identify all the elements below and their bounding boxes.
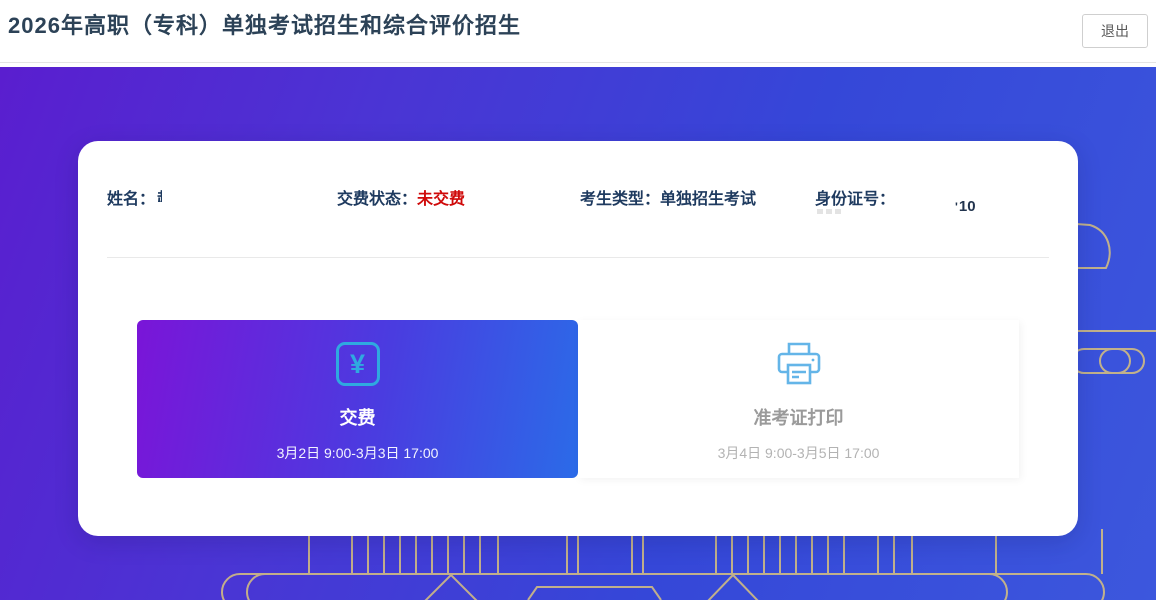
action-tiles: ¥ 交费 3月2日 9:00-3月3日 17:00 准考证打印 — [137, 320, 1019, 478]
banner-background: 姓名： 赵 交费状态： 未交费 考生类型： 单独招生考试 身份证号： 10 — [0, 67, 1156, 600]
payment-status-label: 交费状态： — [337, 185, 417, 209]
printer-icon — [774, 341, 824, 387]
pay-tile-title: 交费 — [340, 404, 376, 430]
page-title: 2026年高职（专科）单独考试招生和综合评价招生 — [8, 8, 521, 40]
payment-status-value: 未交费 — [417, 185, 465, 209]
name-label: 姓名： — [107, 185, 155, 209]
print-tile-time-range: 3月4日 9:00-3月5日 17:00 — [718, 443, 880, 463]
print-tile-title: 准考证打印 — [754, 404, 844, 430]
id-number-field: 身份证号： 10 — [815, 185, 1049, 209]
candidate-type-field: 考生类型： 单独招生考试 — [580, 185, 815, 209]
page-header: 2026年高职（专科）单独考试招生和综合评价招生 退出 — [0, 0, 1156, 63]
payment-status-field: 交费状态： 未交费 — [337, 185, 580, 209]
logout-button[interactable]: 退出 — [1082, 14, 1148, 48]
name-value-redacted: 赵 — [157, 185, 162, 202]
print-admission-ticket-tile[interactable]: 准考证打印 3月4日 9:00-3月5日 17:00 — [578, 320, 1019, 478]
candidate-type-label: 考生类型： — [580, 185, 660, 209]
id-number-label: 身份证号： — [815, 185, 895, 209]
student-status-card: 姓名： 赵 交费状态： 未交费 考生类型： 单独招生考试 身份证号： 10 — [78, 141, 1078, 536]
info-divider — [107, 257, 1049, 258]
name-field: 姓名： 赵 — [107, 185, 337, 209]
id-number-redacted — [817, 209, 841, 214]
yen-icon: ¥ — [336, 341, 380, 387]
candidate-type-value: 单独招生考试 — [660, 185, 756, 209]
pay-tile-time-range: 3月2日 9:00-3月3日 17:00 — [277, 443, 439, 463]
id-number-visible-digits: 10 — [955, 198, 976, 215]
student-info-row: 姓名： 赵 交费状态： 未交费 考生类型： 单独招生考试 身份证号： 10 — [107, 185, 1049, 209]
yen-glyph: ¥ — [350, 349, 365, 380]
pay-tile[interactable]: ¥ 交费 3月2日 9:00-3月3日 17:00 — [137, 320, 578, 478]
